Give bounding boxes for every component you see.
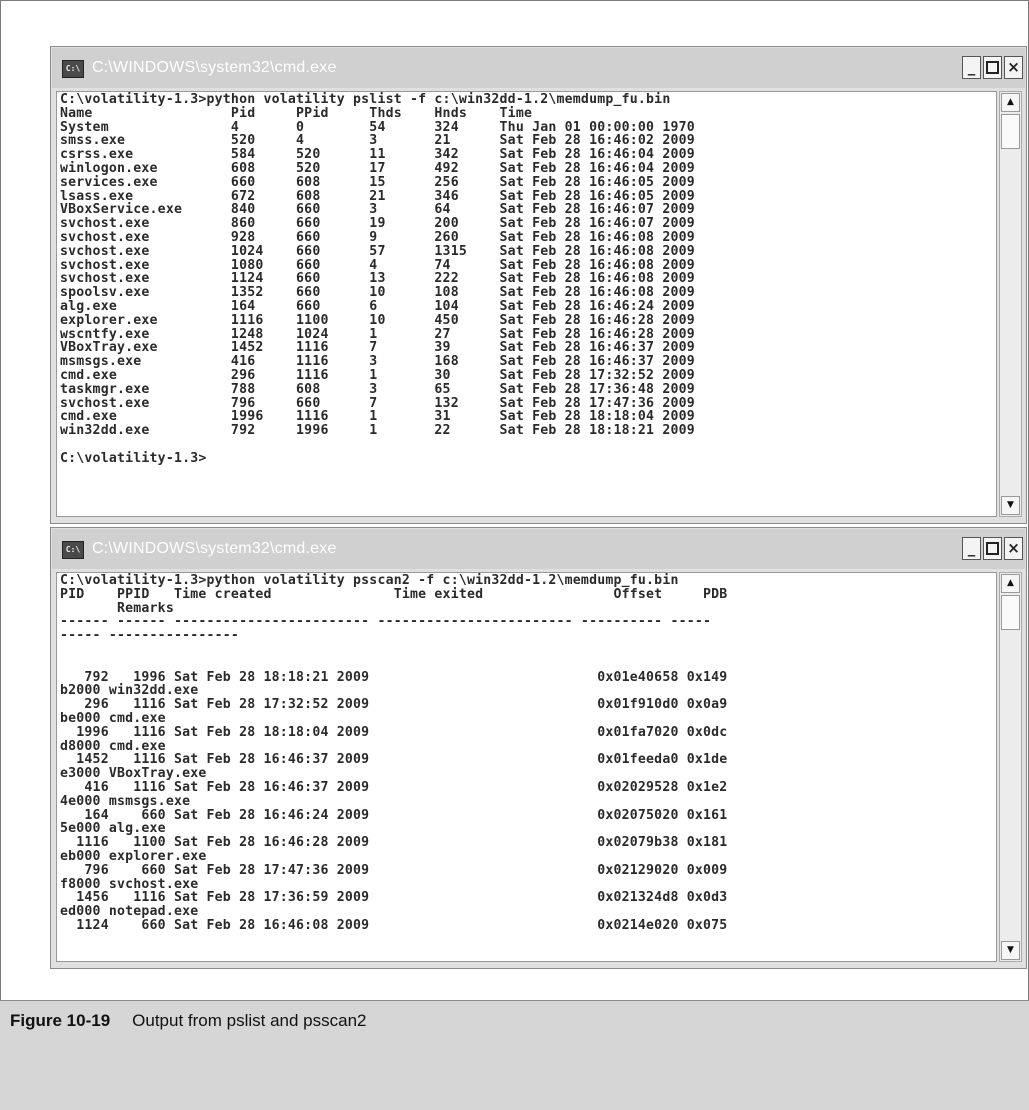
console-output[interactable]: C:\volatility-1.3>python volatility psli… — [56, 91, 997, 517]
figure-caption: Figure 10-19 Output from pslist and pssca… — [0, 1000, 1029, 1110]
scroll-down-arrow-icon[interactable]: ▼ — [1001, 941, 1020, 960]
close-button[interactable]: × — [1004, 56, 1023, 79]
title-bar[interactable]: C:\ C:\WINDOWS\system32\cmd.exe _ × — [52, 48, 1025, 88]
cmd-window-psscan2[interactable]: C:\ C:\WINDOWS\system32\cmd.exe _ × C:\v… — [50, 527, 1027, 969]
vertical-scrollbar[interactable]: ▲ ▼ — [999, 572, 1022, 962]
title-bar[interactable]: C:\ C:\WINDOWS\system32\cmd.exe _ × — [52, 529, 1025, 569]
close-button[interactable]: × — [1004, 537, 1023, 560]
console-text: C:\volatility-1.3>python volatility psli… — [60, 92, 695, 466]
maximize-button[interactable] — [983, 56, 1002, 79]
maximize-icon — [986, 61, 999, 74]
caption-label: Figure 10-19 — [10, 1011, 111, 1030]
scroll-up-arrow-icon[interactable]: ▲ — [1001, 574, 1020, 593]
console-output[interactable]: C:\volatility-1.3>python volatility pssc… — [56, 572, 997, 962]
scroll-down-arrow-icon[interactable]: ▼ — [1001, 496, 1020, 515]
scroll-thumb[interactable] — [1001, 114, 1020, 149]
console-icon[interactable]: C:\ — [62, 541, 84, 559]
console-text: C:\volatility-1.3>python volatility pssc… — [60, 573, 728, 933]
caption-text: Figure 10-19 Output from pslist and pssca… — [10, 1011, 367, 1031]
scroll-up-arrow-icon[interactable]: ▲ — [1001, 93, 1020, 112]
window-title: C:\WINDOWS\system32\cmd.exe — [92, 540, 337, 557]
caption-description: Output from pslist and psscan2 — [132, 1011, 367, 1030]
minimize-button[interactable]: _ — [962, 56, 981, 79]
minimize-button[interactable]: _ — [962, 537, 981, 560]
cmd-window-pslist[interactable]: C:\ C:\WINDOWS\system32\cmd.exe _ × C:\v… — [50, 46, 1027, 524]
scroll-thumb[interactable] — [1001, 595, 1020, 630]
console-icon[interactable]: C:\ — [62, 60, 84, 78]
vertical-scrollbar[interactable]: ▲ ▼ — [999, 91, 1022, 517]
maximize-icon — [986, 542, 999, 555]
maximize-button[interactable] — [983, 537, 1002, 560]
window-title: C:\WINDOWS\system32\cmd.exe — [92, 59, 337, 76]
